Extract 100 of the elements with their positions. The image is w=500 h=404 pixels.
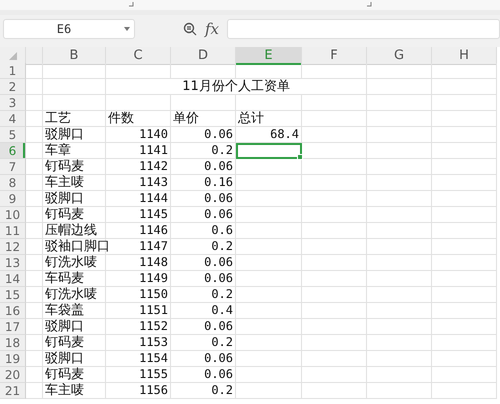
row-header[interactable]: 4	[0, 111, 26, 127]
column-header[interactable]: F	[302, 47, 367, 65]
empty-cell	[302, 175, 367, 191]
empty-cell	[43, 79, 106, 95]
empty-cell	[432, 159, 497, 175]
row-header[interactable]: 20	[0, 367, 26, 383]
empty-cell	[432, 255, 497, 271]
table-cell: 总计	[236, 111, 302, 127]
table-cell: 车主唛	[43, 175, 106, 191]
empty-cell	[171, 95, 236, 111]
column-header[interactable]: H	[432, 47, 497, 65]
row-header[interactable]: 16	[0, 303, 26, 319]
empty-cell	[367, 239, 432, 255]
table-cell: 1146	[106, 223, 171, 239]
empty-cell	[432, 319, 497, 335]
empty-cell	[432, 95, 497, 111]
row-header[interactable]: 2	[0, 79, 26, 95]
row-header[interactable]: 9	[0, 191, 26, 207]
formula-input[interactable]	[227, 19, 500, 39]
empty-cell	[302, 159, 367, 175]
table-cell: 0.06	[171, 191, 236, 207]
row-header[interactable]: 8	[0, 175, 26, 191]
row-header[interactable]: 5	[0, 127, 26, 143]
empty-cell	[302, 287, 367, 303]
empty-cell	[236, 319, 302, 335]
table-cell: 驳脚口	[43, 319, 106, 335]
row-header[interactable]: 11	[0, 223, 26, 239]
empty-cell	[432, 303, 497, 319]
table-cell: 1148	[106, 255, 171, 271]
row-header[interactable]: 17	[0, 319, 26, 335]
empty-cell	[432, 367, 497, 383]
empty-cell	[367, 223, 432, 239]
table-cell: 1156	[106, 383, 171, 399]
row-header[interactable]: 19	[0, 351, 26, 367]
caret-icon[interactable]	[124, 27, 130, 31]
row-header[interactable]: 14	[0, 271, 26, 287]
empty-cell	[367, 287, 432, 303]
table-cell: 钉码麦	[43, 335, 106, 351]
zoom-icon[interactable]	[183, 22, 197, 36]
empty-cell	[302, 207, 367, 223]
row-header[interactable]: 10	[0, 207, 26, 223]
dialog-launcher-icon[interactable]	[129, 2, 134, 7]
empty-cell	[432, 175, 497, 191]
table-cell: 68.4	[236, 127, 302, 143]
table-cell: 0.2	[171, 335, 236, 351]
empty-cell	[432, 287, 497, 303]
table-cell: 1151	[106, 303, 171, 319]
table-cell: 0.06	[171, 351, 236, 367]
empty-cell	[302, 255, 367, 271]
empty-cell	[367, 63, 432, 79]
table-cell: 单价	[171, 111, 236, 127]
table-cell: 0.2	[171, 287, 236, 303]
empty-cell	[302, 143, 367, 159]
empty-cell	[432, 111, 497, 127]
column-header[interactable]: G	[367, 47, 432, 65]
table-cell: 0.06	[171, 271, 236, 287]
empty-cell	[106, 95, 171, 111]
empty-cell	[367, 367, 432, 383]
selected-cell[interactable]	[236, 143, 302, 159]
empty-cell	[432, 335, 497, 351]
table-cell: 1152	[106, 319, 171, 335]
empty-cell	[236, 207, 302, 223]
row-header[interactable]: 13	[0, 255, 26, 271]
column-header[interactable]: E	[236, 47, 302, 65]
table-cell: 钉码麦	[43, 159, 106, 175]
empty-cell	[367, 255, 432, 271]
column-header[interactable]: B	[43, 47, 106, 65]
row-header[interactable]: 21	[0, 383, 26, 399]
function-button[interactable]: fx	[205, 20, 220, 38]
table-cell: 0.06	[171, 159, 236, 175]
row-header[interactable]: 18	[0, 335, 26, 351]
name-box[interactable]: E6	[3, 19, 135, 39]
row-header[interactable]: 15	[0, 287, 26, 303]
empty-cell	[302, 303, 367, 319]
column-header[interactable]: D	[171, 47, 236, 65]
empty-cell	[302, 319, 367, 335]
empty-cell	[367, 383, 432, 399]
select-all-icon[interactable]	[8, 52, 16, 60]
empty-cell	[432, 271, 497, 287]
table-cell: 钉码麦	[43, 367, 106, 383]
table-cell: 驳脚口	[43, 127, 106, 143]
empty-cell	[367, 191, 432, 207]
empty-cell	[302, 367, 367, 383]
row-header[interactable]: 7	[0, 159, 26, 175]
empty-cell	[432, 383, 497, 399]
row-header[interactable]: 6	[0, 143, 26, 159]
empty-cell	[432, 63, 497, 79]
table-cell: 1145	[106, 207, 171, 223]
column-header[interactable]: C	[106, 47, 171, 65]
empty-cell	[367, 271, 432, 287]
table-cell: 0.16	[171, 175, 236, 191]
dialog-launcher-icon[interactable]	[367, 2, 372, 7]
row-header[interactable]: 12	[0, 239, 26, 255]
row-header[interactable]: 1	[0, 63, 26, 79]
empty-cell	[367, 111, 432, 127]
empty-cell	[367, 143, 432, 159]
empty-cell	[367, 175, 432, 191]
table-cell: 钉码麦	[43, 207, 106, 223]
empty-cell	[432, 127, 497, 143]
row-header[interactable]: 3	[0, 95, 26, 111]
